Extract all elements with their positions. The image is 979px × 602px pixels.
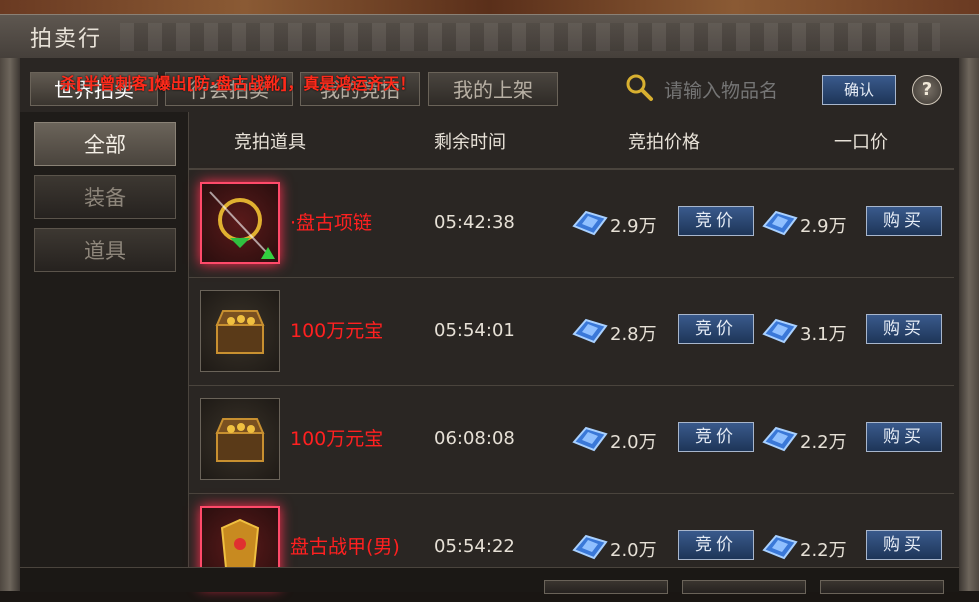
item-name: 100万元宝	[290, 320, 384, 342]
currency-gem-icon	[572, 318, 608, 344]
auction-table: 竞拍道具 剩余时间 竞拍价格 一口价 ·盘古项链 05:42:38 2.9万 竞…	[188, 112, 954, 588]
necklace-icon[interactable]	[200, 182, 280, 264]
buy-button[interactable]: 购买	[866, 530, 942, 560]
buy-button[interactable]: 购买	[866, 314, 942, 344]
treasure-chest-image	[215, 310, 265, 354]
item-name: ·盘古项链	[290, 212, 373, 234]
search-icon[interactable]	[624, 72, 654, 102]
item-name: 100万元宝	[290, 428, 384, 450]
left-border	[0, 58, 20, 591]
bid-price: 2.0万	[610, 432, 657, 453]
item-name: 盘古战甲(男)	[290, 536, 400, 558]
treasure-chest-icon[interactable]	[200, 290, 280, 372]
category-sidebar: 全部 装备 道具	[20, 112, 189, 572]
broadcast-message: 杀[半曾刺客]爆出[防·盘古战靴]，真是鸿运齐天！	[60, 74, 416, 93]
bid-button[interactable]: 竞价	[678, 422, 754, 452]
table-row: 100万元宝 06:08:08 2.0万 竞价 2.2万 购买	[188, 386, 954, 494]
currency-gem-icon	[762, 318, 798, 344]
currency-gem-icon	[762, 426, 798, 452]
right-border	[959, 58, 979, 591]
category-equipment[interactable]: 装备	[34, 175, 176, 219]
footer-button[interactable]	[820, 580, 944, 594]
bid-button[interactable]: 竞价	[678, 314, 754, 344]
category-items[interactable]: 道具	[34, 228, 176, 272]
buyout-price: 3.1万	[800, 324, 847, 345]
column-item: 竞拍道具	[234, 132, 306, 153]
title-bar: 拍卖行	[0, 14, 979, 60]
title-ornament	[120, 23, 940, 51]
remaining-time: 06:08:08	[434, 428, 515, 449]
column-bid-price: 竞拍价格	[628, 132, 700, 153]
top-decoration	[0, 0, 979, 14]
confirm-button[interactable]: 确认	[822, 75, 896, 105]
auction-window: 拍卖行 世界拍卖 行会拍卖 我的竞拍 我的上架 杀[半曾刺客]爆出[防·盘古战靴…	[0, 0, 979, 594]
footer-button[interactable]	[682, 580, 806, 594]
currency-gem-icon	[572, 426, 608, 452]
currency-gem-icon	[762, 534, 798, 560]
help-button[interactable]: ?	[912, 75, 942, 105]
bid-button[interactable]: 竞价	[678, 206, 754, 236]
bid-price: 2.9万	[610, 216, 657, 237]
buyout-price: 2.2万	[800, 540, 847, 561]
bid-price: 2.8万	[610, 324, 657, 345]
column-time: 剩余时间	[434, 132, 506, 153]
search-input[interactable]	[662, 76, 816, 106]
column-buyout: 一口价	[834, 132, 888, 153]
treasure-chest-icon[interactable]	[200, 398, 280, 480]
buyout-price: 2.9万	[800, 216, 847, 237]
currency-gem-icon	[572, 534, 608, 560]
bid-price: 2.0万	[610, 540, 657, 561]
buyout-price: 2.2万	[800, 432, 847, 453]
currency-gem-icon	[572, 210, 608, 236]
bid-button[interactable]: 竞价	[678, 530, 754, 560]
footer-button[interactable]	[544, 580, 668, 594]
remaining-time: 05:42:38	[434, 212, 515, 233]
currency-gem-icon	[762, 210, 798, 236]
table-row: 100万元宝 05:54:01 2.8万 竞价 3.1万 购买	[188, 278, 954, 386]
treasure-chest-image	[215, 418, 265, 462]
category-all[interactable]: 全部	[34, 122, 176, 166]
window-title: 拍卖行	[30, 27, 103, 52]
table-row: ·盘古项链 05:42:38 2.9万 竞价 2.9万 购买	[188, 170, 954, 278]
remaining-time: 05:54:01	[434, 320, 515, 341]
remaining-time: 05:54:22	[434, 536, 515, 557]
footer-bar	[20, 567, 959, 592]
buy-button[interactable]: 购买	[866, 206, 942, 236]
upgrade-arrow-icon	[261, 247, 275, 259]
buy-button[interactable]: 购买	[866, 422, 942, 452]
tab-my-listings[interactable]: 我的上架	[428, 72, 558, 106]
